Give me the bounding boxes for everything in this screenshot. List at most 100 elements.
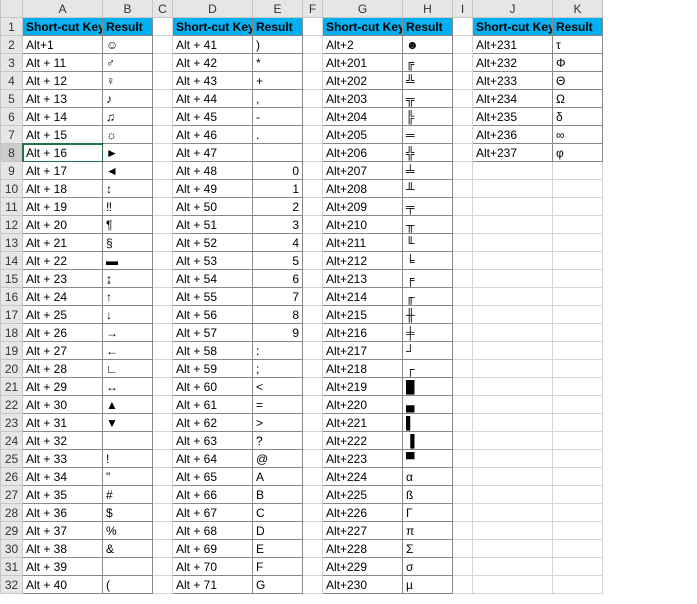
row-header-26[interactable]: 26	[1, 468, 23, 486]
shortcut-result[interactable]: Φ	[553, 54, 603, 72]
cell-C4[interactable]	[153, 72, 173, 90]
shortcut-result[interactable]: ♂	[103, 54, 153, 72]
cell-C18[interactable]	[153, 324, 173, 342]
shortcut-key[interactable]: Alt + 65	[173, 468, 253, 486]
cell-J17[interactable]	[473, 306, 553, 324]
shortcut-result[interactable]: ←	[103, 342, 153, 360]
row-header-29[interactable]: 29	[1, 522, 23, 540]
cell-K26[interactable]	[553, 468, 603, 486]
cell-C11[interactable]	[153, 198, 173, 216]
shortcut-key[interactable]: Alt + 50	[173, 198, 253, 216]
shortcut-result[interactable]: α	[403, 468, 453, 486]
cell-J13[interactable]	[473, 234, 553, 252]
cell-I19[interactable]	[453, 342, 473, 360]
cell-F27[interactable]	[303, 486, 323, 504]
row-header-27[interactable]: 27	[1, 486, 23, 504]
shortcut-result[interactable]	[253, 144, 303, 162]
cell-F23[interactable]	[303, 414, 323, 432]
shortcut-result[interactable]: ↨	[103, 270, 153, 288]
shortcut-result[interactable]: ¶	[103, 216, 153, 234]
cell-I11[interactable]	[453, 198, 473, 216]
shortcut-result[interactable]: §	[103, 234, 153, 252]
cell-K32[interactable]	[553, 576, 603, 594]
cell-J12[interactable]	[473, 216, 553, 234]
shortcut-key[interactable]: Alt + 14	[23, 108, 103, 126]
row-header-30[interactable]: 30	[1, 540, 23, 558]
cell-F12[interactable]	[303, 216, 323, 234]
cell-I16[interactable]	[453, 288, 473, 306]
cell-I27[interactable]	[453, 486, 473, 504]
cell-I3[interactable]	[453, 54, 473, 72]
cell-C26[interactable]	[153, 468, 173, 486]
shortcut-result[interactable]: ╔	[403, 54, 453, 72]
cell-F25[interactable]	[303, 450, 323, 468]
shortcut-key[interactable]: Alt + 17	[23, 162, 103, 180]
shortcut-result[interactable]: ‼	[103, 198, 153, 216]
shortcut-result[interactable]: ☻	[403, 36, 453, 54]
shortcut-result[interactable]: >	[253, 414, 303, 432]
row-header-2[interactable]: 2	[1, 36, 23, 54]
col-header-J[interactable]: J	[473, 0, 553, 18]
shortcut-result[interactable]: ╪	[403, 324, 453, 342]
shortcut-result[interactable]: ╤	[403, 198, 453, 216]
shortcut-key[interactable]: Alt + 69	[173, 540, 253, 558]
cell-I29[interactable]	[453, 522, 473, 540]
cell-K13[interactable]	[553, 234, 603, 252]
shortcut-key[interactable]: Alt + 21	[23, 234, 103, 252]
shortcut-key[interactable]: Alt+234	[473, 90, 553, 108]
shortcut-key[interactable]: Alt + 24	[23, 288, 103, 306]
shortcut-result[interactable]: ß	[403, 486, 453, 504]
col-header-I[interactable]: I	[453, 0, 473, 18]
row-header-23[interactable]: 23	[1, 414, 23, 432]
cell-J23[interactable]	[473, 414, 553, 432]
shortcut-key[interactable]: Alt+223	[323, 450, 403, 468]
shortcut-result[interactable]: 3	[253, 216, 303, 234]
row-header-3[interactable]: 3	[1, 54, 23, 72]
shortcut-result[interactable]: ?	[253, 432, 303, 450]
shortcut-result[interactable]: (	[103, 576, 153, 594]
shortcut-key[interactable]: Alt+225	[323, 486, 403, 504]
shortcut-key[interactable]: Alt+201	[323, 54, 403, 72]
cell-I13[interactable]	[453, 234, 473, 252]
cell-K20[interactable]	[553, 360, 603, 378]
shortcut-result[interactable]: ↑	[103, 288, 153, 306]
shortcut-key[interactable]: Alt+214	[323, 288, 403, 306]
cell-C24[interactable]	[153, 432, 173, 450]
cell-I17[interactable]	[453, 306, 473, 324]
cell-C22[interactable]	[153, 396, 173, 414]
shortcut-key[interactable]: Alt + 11	[23, 54, 103, 72]
shortcut-result[interactable]: )	[253, 36, 303, 54]
cell-K27[interactable]	[553, 486, 603, 504]
row-header-24[interactable]: 24	[1, 432, 23, 450]
cell-I4[interactable]	[453, 72, 473, 90]
col-header-K[interactable]: K	[553, 0, 603, 18]
shortcut-result[interactable]: $	[103, 504, 153, 522]
cell-I7[interactable]	[453, 126, 473, 144]
shortcut-result[interactable]: ╫	[403, 306, 453, 324]
shortcut-result[interactable]: 6	[253, 270, 303, 288]
shortcut-key[interactable]: Alt + 19	[23, 198, 103, 216]
cell-I6[interactable]	[453, 108, 473, 126]
cell-C17[interactable]	[153, 306, 173, 324]
shortcut-key[interactable]: Alt + 47	[173, 144, 253, 162]
row-header-5[interactable]: 5	[1, 90, 23, 108]
row-header-21[interactable]: 21	[1, 378, 23, 396]
cell-K15[interactable]	[553, 270, 603, 288]
shortcut-result[interactable]: π	[403, 522, 453, 540]
shortcut-result[interactable]: &	[103, 540, 153, 558]
cell-J14[interactable]	[473, 252, 553, 270]
cell-I23[interactable]	[453, 414, 473, 432]
cell-J32[interactable]	[473, 576, 553, 594]
row-header-18[interactable]: 18	[1, 324, 23, 342]
shortcut-key[interactable]: Alt+230	[323, 576, 403, 594]
cell-F29[interactable]	[303, 522, 323, 540]
cell-I28[interactable]	[453, 504, 473, 522]
shortcut-result[interactable]: 4	[253, 234, 303, 252]
shortcut-result[interactable]: ☺	[103, 36, 153, 54]
col-header-D[interactable]: D	[173, 0, 253, 18]
shortcut-key[interactable]: Alt+206	[323, 144, 403, 162]
cell-C9[interactable]	[153, 162, 173, 180]
cell-K25[interactable]	[553, 450, 603, 468]
shortcut-key[interactable]: Alt+210	[323, 216, 403, 234]
cell-K30[interactable]	[553, 540, 603, 558]
